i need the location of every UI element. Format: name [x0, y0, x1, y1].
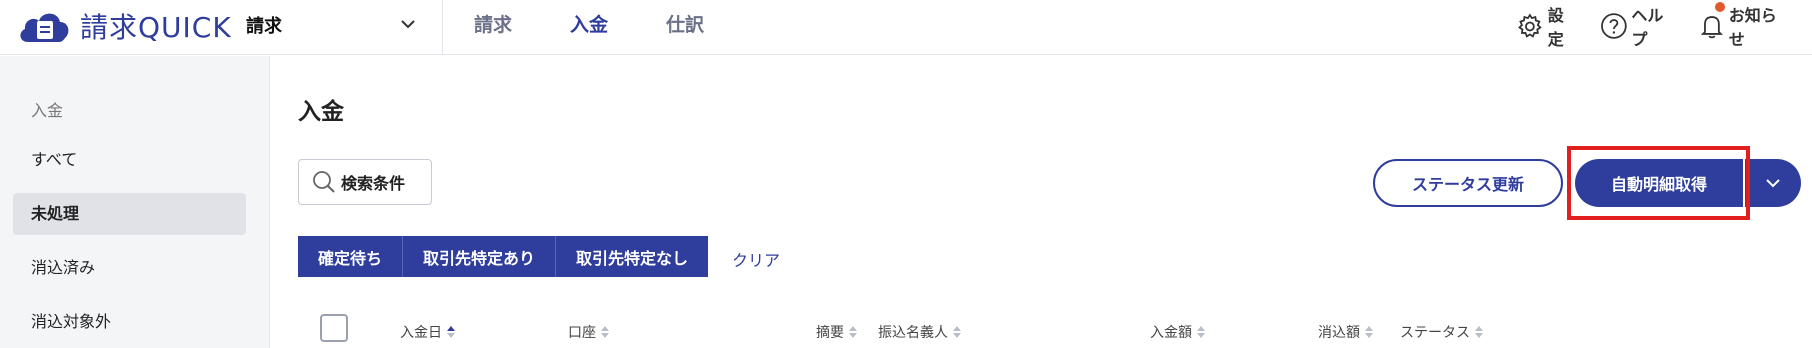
service-select-value: 請求	[246, 16, 282, 37]
search-conditions-label: 検索条件	[341, 174, 406, 193]
sort-icon	[1365, 325, 1373, 339]
column-header-label: 入金額	[1150, 325, 1192, 341]
filter-awaiting-confirmation[interactable]: 確定待ち	[298, 236, 404, 277]
sidebar-item-excluded[interactable]: 消込対象外	[13, 301, 246, 343]
nav-tab-invoice[interactable]: 請求	[472, 0, 514, 55]
search-icon	[313, 171, 335, 193]
column-header-label: 振込名義人	[878, 325, 948, 341]
gear-icon	[1518, 13, 1542, 38]
auto-fetch-dropdown-button[interactable]	[1745, 159, 1801, 207]
clear-filters-link[interactable]: クリア	[732, 247, 780, 271]
column-header-account[interactable]: 口座	[568, 322, 609, 342]
nav-tab-payment[interactable]: 入金	[568, 0, 610, 55]
question-circle-icon	[1600, 13, 1627, 39]
column-header-label: 消込額	[1318, 325, 1360, 341]
column-header-date[interactable]: 入金日	[400, 322, 455, 342]
sidebar-item-unprocessed[interactable]: 未処理	[13, 193, 246, 235]
chevron-down-icon	[401, 20, 415, 29]
filter-button-group: 確定待ち 取引先特定あり 取引先特定なし	[298, 236, 709, 277]
notice-badge-dot	[1714, 2, 1725, 12]
sort-icon	[447, 325, 455, 339]
column-header-status[interactable]: ステータス	[1400, 322, 1483, 342]
column-header-label: 摘要	[816, 325, 844, 341]
search-conditions-button[interactable]: 検索条件	[298, 159, 432, 205]
filter-client-identified[interactable]: 取引先特定あり	[403, 236, 557, 277]
header-divider	[442, 0, 443, 55]
notices-label: お知らせ	[1728, 6, 1777, 49]
sort-icon	[1475, 325, 1483, 339]
select-all-checkbox[interactable]	[320, 314, 348, 342]
table-header-row: 入金日 口座 摘要 振込名義人 入金額 消込額 ステータス	[298, 314, 1778, 348]
filter-client-unidentified[interactable]: 取引先特定なし	[556, 236, 709, 277]
top-header: 請求QUICK 請求 請求 入金 仕訳 設定 ヘルプ お知らせ	[0, 0, 1812, 55]
main-nav: 請求 入金 仕訳	[472, 0, 760, 55]
sort-icon	[601, 325, 609, 339]
status-update-button[interactable]: ステータス更新	[1373, 159, 1563, 207]
sort-icon	[849, 325, 857, 339]
bell-icon	[1700, 16, 1723, 39]
column-header-description[interactable]: 摘要	[816, 322, 857, 342]
column-header-reconciled-amount[interactable]: 消込額	[1318, 322, 1373, 342]
cloud-invoice-icon	[20, 13, 69, 43]
service-select[interactable]: 請求	[246, 10, 426, 40]
column-header-label: 口座	[568, 325, 596, 341]
column-header-label: ステータス	[1400, 325, 1470, 341]
column-header-amount[interactable]: 入金額	[1150, 322, 1205, 342]
help-button[interactable]: ヘルプ	[1600, 2, 1679, 50]
logo-text: 請求QUICK	[80, 11, 232, 44]
settings-button[interactable]: 設定	[1516, 2, 1580, 50]
chevron-down-icon	[1766, 179, 1780, 188]
sidebar: 入金 すべて 未処理 消込済み 消込対象外	[0, 56, 270, 348]
sidebar-heading: 入金	[31, 101, 64, 120]
app-logo[interactable]: 請求QUICK	[16, 6, 232, 46]
notices-button[interactable]: お知らせ	[1699, 2, 1792, 50]
column-header-payer[interactable]: 振込名義人	[878, 322, 961, 342]
column-header-label: 入金日	[400, 325, 442, 341]
header-actions: 設定 ヘルプ お知らせ	[1516, 2, 1812, 49]
sidebar-item-all[interactable]: すべて	[13, 139, 246, 181]
nav-tab-journal[interactable]: 仕訳	[664, 0, 706, 55]
sidebar-item-reconciled[interactable]: 消込済み	[13, 247, 246, 289]
help-label: ヘルプ	[1631, 6, 1664, 49]
settings-label: 設定	[1547, 6, 1564, 49]
page-title: 入金	[298, 99, 344, 125]
sort-icon	[953, 325, 961, 339]
sort-icon	[1197, 325, 1205, 339]
highlight-box	[1567, 146, 1750, 220]
